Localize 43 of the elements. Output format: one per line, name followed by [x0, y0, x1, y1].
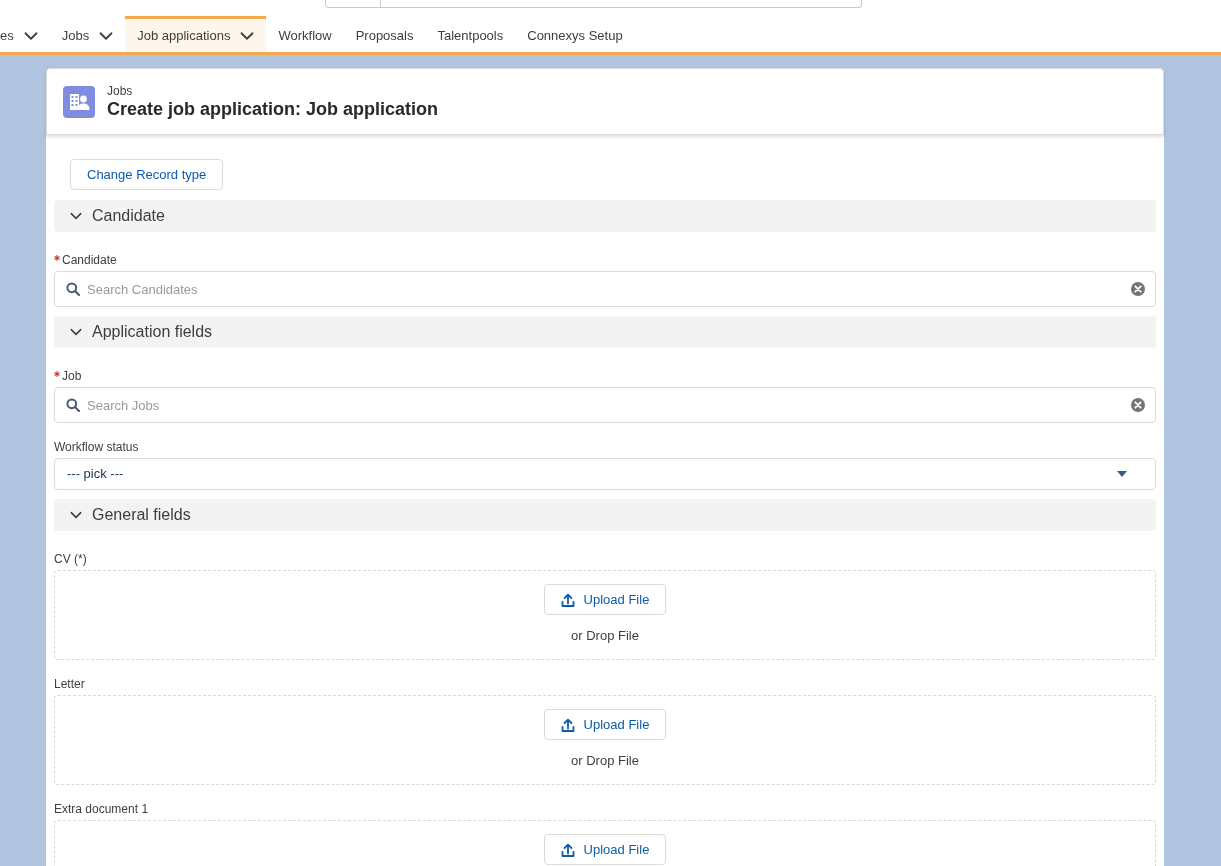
- field-label: Letter: [54, 677, 85, 691]
- file-drop-zone[interactable]: Upload File: [54, 820, 1156, 866]
- field-label: Extra document 1: [54, 802, 149, 816]
- nav-tab[interactable]: Proposals: [343, 16, 426, 52]
- upload-icon: [560, 717, 575, 732]
- drop-hint: or Drop File: [571, 628, 639, 644]
- field-label: CV (*): [54, 552, 87, 566]
- lookup-field[interactable]: Search Jobs: [54, 387, 1156, 423]
- field-label: Candidate: [62, 253, 117, 267]
- search-field[interactable]: [325, 0, 862, 8]
- upload-file-button[interactable]: Upload File: [543, 709, 667, 740]
- object-name: Jobs: [107, 83, 134, 98]
- nav-tab[interactable]: es: [0, 16, 50, 52]
- upload-icon: [560, 592, 575, 607]
- building-person-icon: [63, 85, 95, 118]
- chevron-icon[interactable]: [70, 326, 82, 338]
- clear-icon[interactable]: [1131, 282, 1145, 296]
- drop-hint: or Drop File: [571, 753, 639, 769]
- upload-icon: [560, 842, 575, 857]
- upload-file-button[interactable]: Upload File: [543, 584, 667, 615]
- nav-tab[interactable]: Connexys Setup: [515, 16, 635, 52]
- lookup-field[interactable]: Search Candidates: [54, 271, 1156, 307]
- section-header[interactable]: Application fields: [54, 316, 1156, 348]
- change-record-type-button[interactable]: Change Record type: [70, 159, 224, 190]
- dropdown-field[interactable]: --- pick ---: [54, 458, 1156, 490]
- search-icon: [66, 398, 80, 412]
- nav-tab[interactable]: Workflow: [266, 16, 344, 52]
- file-drop-zone[interactable]: Upload File or Drop File: [54, 695, 1156, 785]
- section-header[interactable]: Candidate: [54, 200, 1156, 232]
- clear-icon[interactable]: [1131, 398, 1145, 412]
- upload-file-button[interactable]: Upload File: [543, 834, 667, 865]
- nav-tab[interactable]: Jobs: [49, 16, 126, 52]
- nav-tab[interactable]: Talentpools: [425, 16, 516, 52]
- chevron-icon[interactable]: [70, 210, 82, 222]
- search-icon: [66, 282, 80, 296]
- page-title: Create job application: Job application: [107, 97, 439, 120]
- file-drop-zone[interactable]: Upload File or Drop File: [54, 570, 1156, 660]
- nav-tab[interactable]: Job applications: [125, 16, 267, 52]
- caret-icon[interactable]: [1117, 471, 1127, 477]
- chevron-icon[interactable]: [70, 509, 82, 521]
- field-label: Job: [62, 369, 82, 383]
- field-label: Workflow status: [54, 440, 139, 454]
- section-header[interactable]: General fields: [54, 499, 1156, 531]
